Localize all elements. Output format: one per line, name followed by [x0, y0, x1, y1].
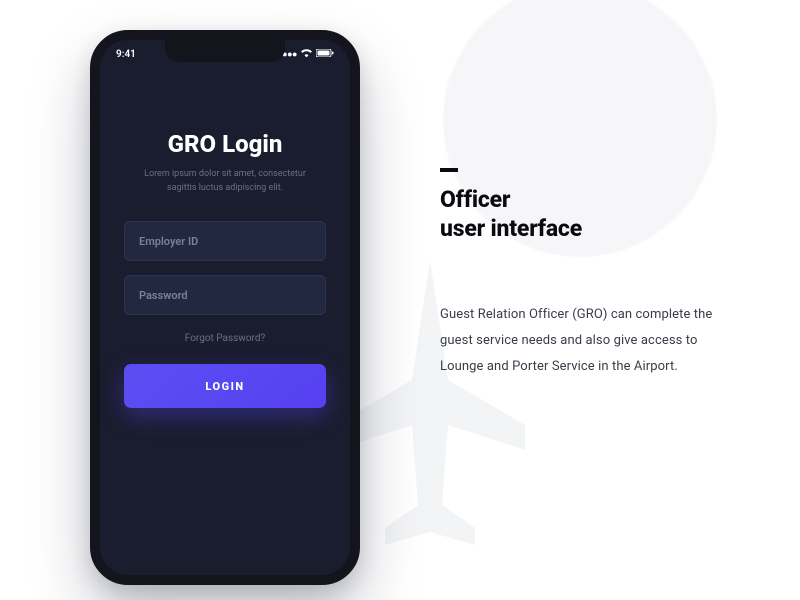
- login-title: GRO Login: [168, 130, 283, 158]
- login-button[interactable]: LOGIN: [124, 364, 326, 408]
- headline-line-1: Officer: [440, 186, 510, 213]
- wifi-icon: [301, 49, 312, 60]
- login-subtitle: Lorem ipsum dolor sit amet, consectetur …: [135, 168, 315, 195]
- login-button-label: LOGIN: [205, 380, 244, 393]
- status-time: 9:41: [116, 49, 136, 60]
- phone-device-frame: 9:41 ●●●● GRO Login Lorem ipsum dolor si…: [90, 30, 360, 585]
- marketing-copy: Officer user interface Guest Relation Of…: [440, 168, 740, 380]
- battery-icon: [316, 49, 334, 60]
- employer-id-field[interactable]: Employer ID: [124, 221, 326, 261]
- login-screen: GRO Login Lorem ipsum dolor sit amet, co…: [100, 40, 350, 575]
- section-headline: Officer user interface: [440, 186, 740, 244]
- status-indicators: ●●●●: [277, 49, 334, 60]
- phone-notch: [165, 40, 285, 62]
- forgot-password-link[interactable]: Forgot Password?: [185, 333, 265, 344]
- headline-line-2: user interface: [440, 215, 582, 242]
- password-field[interactable]: Password: [124, 275, 326, 315]
- password-placeholder: Password: [139, 289, 188, 302]
- section-body: Guest Relation Officer (GRO) can complet…: [440, 302, 740, 380]
- employer-id-placeholder: Employer ID: [139, 235, 198, 248]
- accent-dash: [440, 168, 458, 172]
